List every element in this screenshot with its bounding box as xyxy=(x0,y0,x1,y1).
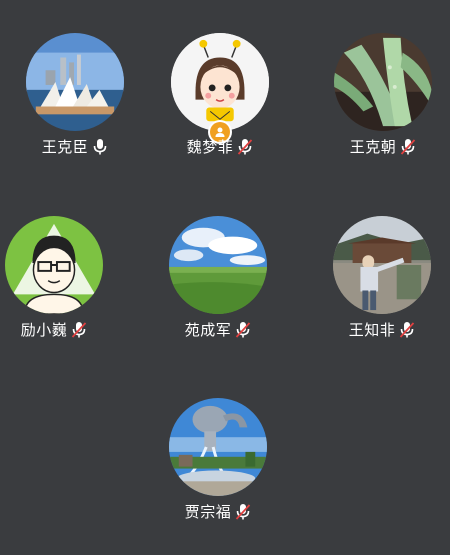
mic-muted-icon[interactable] xyxy=(399,321,415,339)
mic-muted-icon[interactable] xyxy=(71,321,87,339)
teapot-fountain-avatar xyxy=(169,398,267,496)
participant-name: 王知非 xyxy=(348,321,396,339)
participant-name: 苑成军 xyxy=(184,321,232,339)
participant-name: 励小巍 xyxy=(20,321,68,339)
grassland-sky-avatar xyxy=(169,216,267,314)
participant-name: 王克朝 xyxy=(349,138,397,156)
mic-muted-icon[interactable] xyxy=(400,138,416,156)
succulent-plant-avatar xyxy=(334,33,432,131)
participant-name: 贾宗福 xyxy=(184,503,232,521)
park-person-avatar xyxy=(333,216,431,314)
cartoon-girl-avatar xyxy=(171,33,269,131)
mic-muted-icon[interactable] xyxy=(237,138,253,156)
participant-name: 魏梦菲 xyxy=(186,138,234,156)
mic-muted-icon[interactable] xyxy=(235,503,251,521)
cartoon-glasses-man-avatar xyxy=(5,216,103,314)
mic-muted-icon[interactable] xyxy=(235,321,251,339)
mic-on-icon[interactable] xyxy=(92,138,108,156)
participant-name: 王克臣 xyxy=(41,138,89,156)
sydney-opera-house-avatar xyxy=(26,33,124,131)
